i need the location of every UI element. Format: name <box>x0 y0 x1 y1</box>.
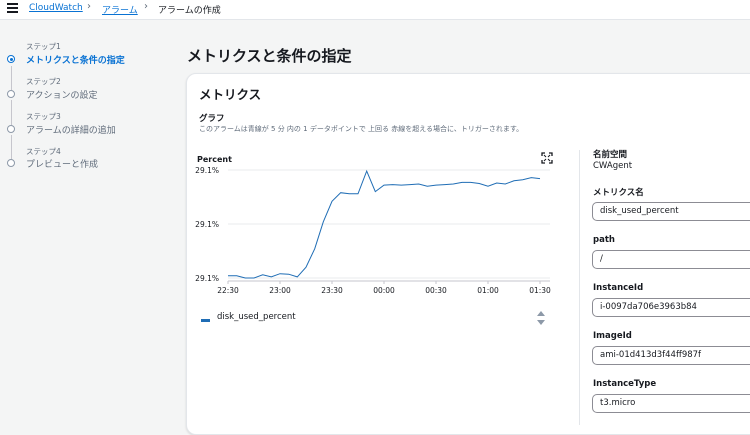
step-1-number: ステップ1 <box>26 42 61 51</box>
path-field[interactable]: / <box>592 250 750 269</box>
panel-divider <box>579 150 580 425</box>
series-line-disk-used-percent <box>228 169 541 279</box>
page-title: メトリクスと条件の指定 <box>187 47 352 65</box>
instance-id-label: InstanceId <box>593 283 644 293</box>
metric-name-label: メトリクス名 <box>593 188 644 198</box>
namespace-value: CWAgent <box>593 161 633 171</box>
step-3-label: アラームの詳細の追加 <box>26 126 116 136</box>
y-tick-label: 29.1% <box>195 220 219 229</box>
breadcrumb-cloudwatch[interactable]: CloudWatch <box>29 3 83 13</box>
panel-title: メトリクス <box>199 87 262 102</box>
step-3-indicator <box>7 125 15 133</box>
legend-label[interactable]: disk_used_percent <box>217 312 296 322</box>
x-tick-label: 00:30 <box>425 286 447 295</box>
graph-description: このアラームは青線が 5 分 内の 1 データポイントで 上回る 赤線を超える場… <box>199 125 524 133</box>
breadcrumb-alarms[interactable]: アラーム <box>102 3 138 16</box>
metric-line-chart: 29.1% 29.1% 29.1% 22:30 23:00 23:30 00:00 00:30… <box>195 166 551 295</box>
step-4-label: プレビューと作成 <box>26 160 99 170</box>
chevron-right-icon: › <box>144 1 148 12</box>
y-tick-label: 29.1% <box>195 166 219 175</box>
image-id-label: ImageId <box>593 331 632 341</box>
chevron-right-icon: › <box>87 1 91 12</box>
step-3-number: ステップ3 <box>26 112 61 121</box>
namespace-label: 名前空間 <box>593 150 628 160</box>
instance-type-field[interactable]: t3.micro <box>592 394 750 413</box>
step-2-indicator <box>7 90 15 98</box>
instance-type-label: InstanceType <box>593 379 657 389</box>
step-1-label[interactable]: メトリクスと条件の指定 <box>26 53 125 66</box>
step-4-indicator <box>7 159 15 167</box>
legend-swatch <box>201 319 210 322</box>
x-tick-label: 00:00 <box>373 286 395 295</box>
path-label: path <box>593 235 615 245</box>
x-tick-label: 01:00 <box>477 286 499 295</box>
x-tick-label: 22:30 <box>217 286 239 295</box>
step-1-indicator <box>7 55 15 63</box>
x-tick-label: 01:30 <box>529 286 551 295</box>
step-connector <box>10 135 12 159</box>
instance-id-field[interactable]: i-0097da706e3963b84 <box>592 298 750 317</box>
image-id-field[interactable]: ami-01d413d3f44ff987f <box>592 346 750 365</box>
graph-heading: グラフ <box>199 114 225 124</box>
step-connector <box>10 66 12 90</box>
metric-name-field[interactable]: disk_used_percent <box>592 202 750 221</box>
menu-icon[interactable] <box>7 3 18 13</box>
x-tick-label: 23:00 <box>269 286 291 295</box>
step-4-number: ステップ4 <box>26 147 61 156</box>
step-connector <box>10 100 12 125</box>
step-2-number: ステップ2 <box>26 77 61 86</box>
top-navigation-bar: CloudWatch › アラーム › アラームの作成 <box>0 0 750 20</box>
y-tick-label: 29.1% <box>195 274 219 283</box>
x-tick-label: 23:30 <box>321 286 343 295</box>
breadcrumb-create-alarm: アラームの作成 <box>158 6 221 16</box>
sort-icon[interactable] <box>536 310 546 326</box>
step-2-label: アクションの設定 <box>26 91 98 101</box>
